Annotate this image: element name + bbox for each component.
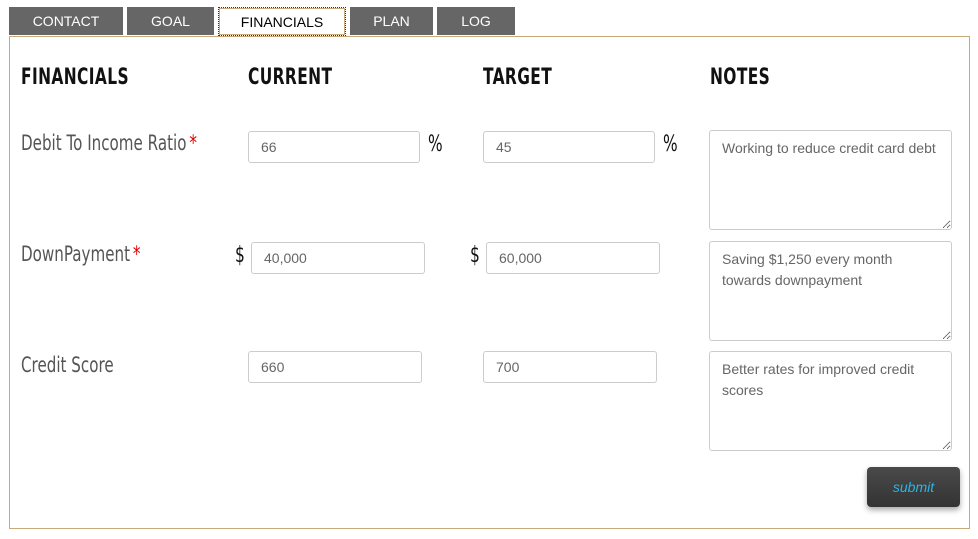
percent-unit: %	[663, 132, 678, 157]
column-heading-current: CURRENT	[248, 65, 333, 90]
downpayment-target-input[interactable]	[486, 242, 660, 274]
credit-score-current-input[interactable]	[248, 351, 422, 383]
column-heading-target: TARGET	[483, 65, 553, 90]
downpayment-notes-textarea[interactable]: Saving $1,250 every month towards downpa…	[709, 241, 952, 341]
tab-goal[interactable]: GOAL	[127, 7, 214, 35]
row-label-credit-score: Credit Score	[21, 353, 117, 377]
debt-to-income-target-input[interactable]	[483, 131, 655, 163]
required-asterisk: *	[189, 131, 197, 155]
tab-log[interactable]: LOG	[437, 7, 515, 35]
label-text: Credit Score	[21, 353, 114, 377]
column-heading-notes: NOTES	[710, 65, 771, 90]
dollar-unit: $	[470, 243, 480, 268]
column-heading-financials: FINANCIALS	[21, 65, 129, 90]
debt-to-income-current-input[interactable]	[248, 131, 420, 163]
credit-score-notes-textarea[interactable]: Better rates for improved credit scores	[709, 351, 952, 451]
row-label-debt-to-income: Debit To Income Ratio *	[21, 131, 197, 155]
dollar-unit: $	[235, 243, 245, 268]
credit-score-target-input[interactable]	[483, 351, 657, 383]
row-label-downpayment: DownPayment *	[21, 242, 140, 266]
percent-unit: %	[428, 132, 443, 157]
downpayment-current-input[interactable]	[251, 242, 425, 274]
submit-button[interactable]: submit	[867, 467, 960, 507]
tab-contact[interactable]: CONTACT	[9, 7, 123, 35]
required-asterisk: *	[132, 242, 141, 266]
tab-plan[interactable]: PLAN	[350, 7, 433, 35]
debt-to-income-notes-textarea[interactable]: Working to reduce credit card debt	[709, 130, 952, 230]
tab-bar: CONTACT GOAL FINANCIALS PLAN LOG	[9, 7, 515, 36]
tab-financials[interactable]: FINANCIALS	[218, 7, 346, 36]
label-text: Debit To Income Ratio	[21, 131, 187, 155]
label-text: DownPayment	[21, 242, 131, 266]
